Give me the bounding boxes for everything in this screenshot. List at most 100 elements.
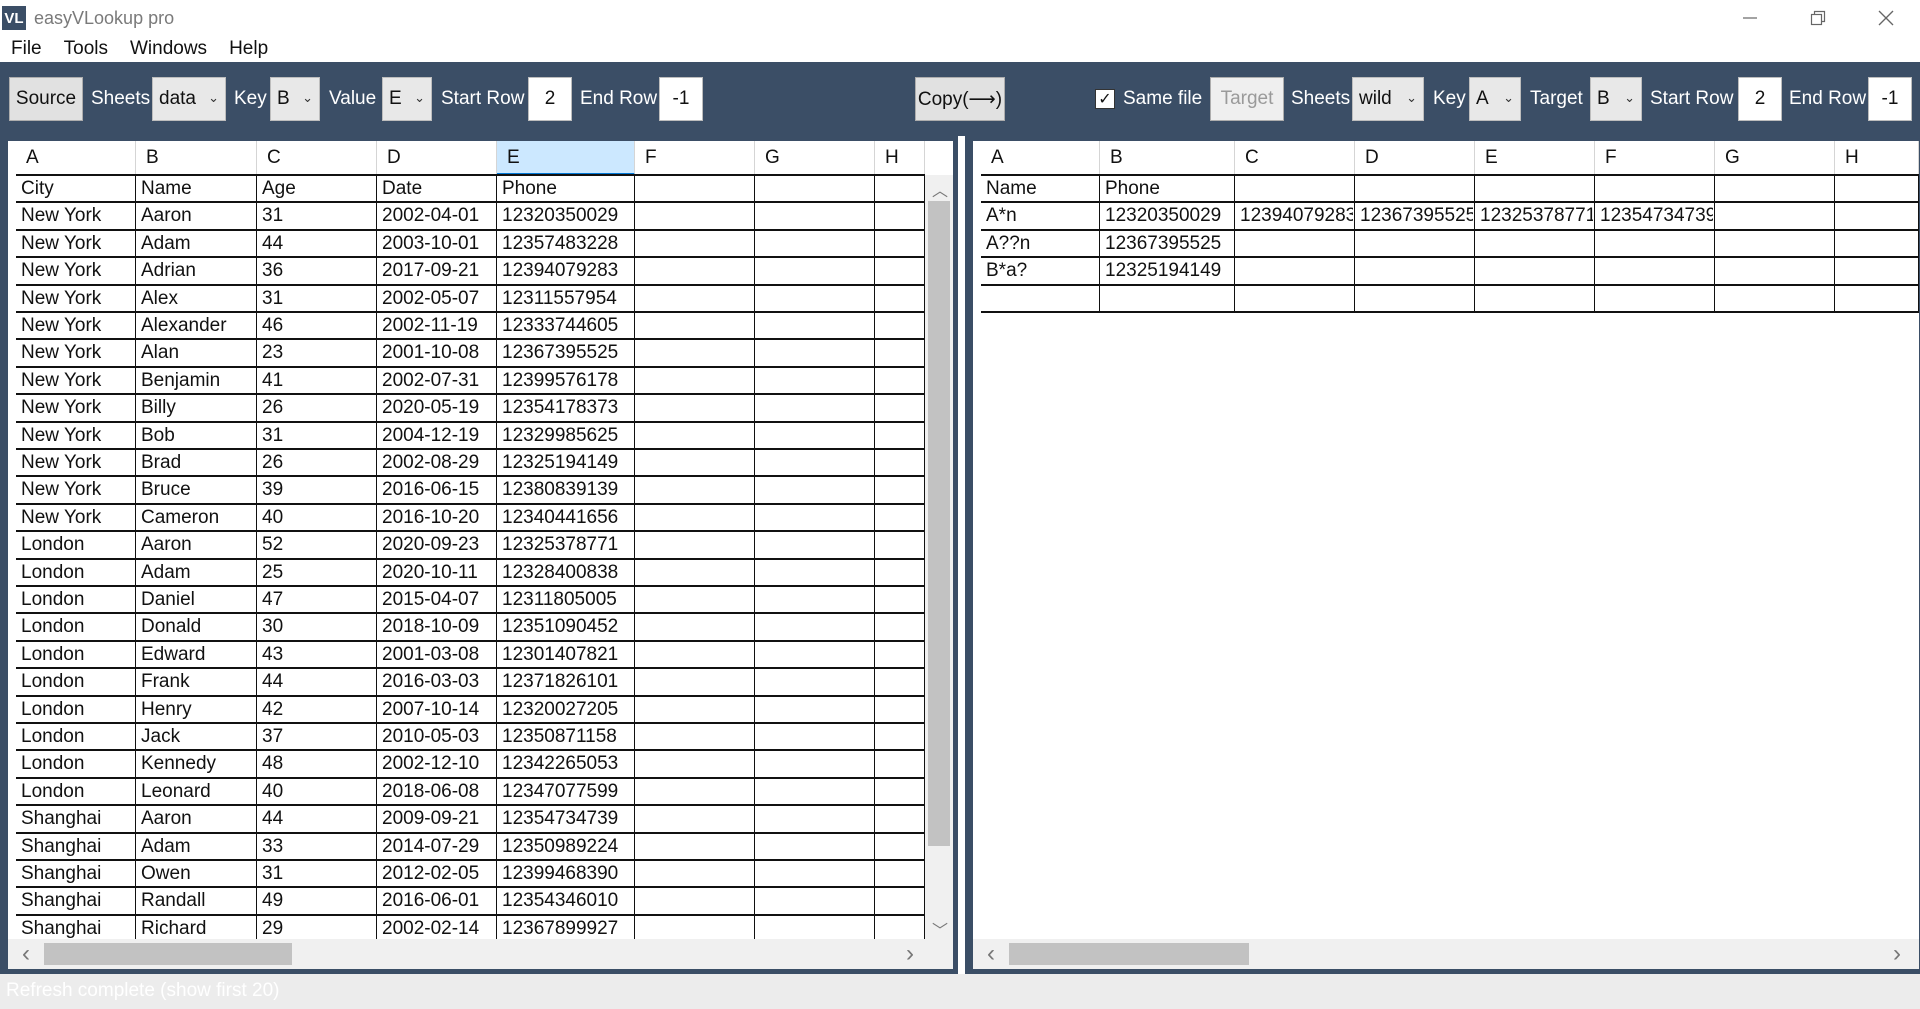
table-cell[interactable]: 2001-10-08 bbox=[377, 339, 495, 365]
table-cell[interactable]: 31 bbox=[257, 860, 375, 886]
table-cell[interactable]: 2017-09-21 bbox=[377, 257, 495, 283]
table-cell[interactable]: Phone bbox=[497, 175, 633, 201]
table-cell[interactable]: Aaron bbox=[136, 202, 255, 228]
source-key-select[interactable]: B ⌄ bbox=[270, 77, 320, 121]
table-cell[interactable]: 2014-07-29 bbox=[377, 833, 495, 859]
table-cell[interactable]: Aaron bbox=[136, 805, 255, 831]
table-cell[interactable]: 12367395525 bbox=[1100, 230, 1233, 256]
table-cell[interactable]: 12328400838 bbox=[497, 559, 633, 585]
table-cell[interactable] bbox=[1595, 175, 1713, 201]
table-cell[interactable]: Name bbox=[136, 175, 255, 201]
source-sheet-select[interactable]: data ⌄ bbox=[152, 77, 226, 121]
table-cell[interactable]: 12399576178 bbox=[497, 367, 633, 393]
table-cell[interactable]: 31 bbox=[257, 202, 375, 228]
target-col-select[interactable]: B ⌄ bbox=[1590, 77, 1642, 121]
table-cell[interactable]: 12394079283 bbox=[1235, 202, 1353, 228]
table-cell[interactable]: 46 bbox=[257, 312, 375, 338]
table-cell[interactable] bbox=[1355, 285, 1473, 311]
table-cell[interactable]: Aaron bbox=[136, 531, 255, 557]
table-cell[interactable]: 36 bbox=[257, 257, 375, 283]
column-header-b[interactable]: B bbox=[1100, 141, 1235, 175]
table-cell[interactable]: 12354734739 bbox=[497, 805, 633, 831]
table-cell[interactable]: New York bbox=[16, 394, 134, 420]
target-end-row-input[interactable]: -1 bbox=[1868, 77, 1912, 121]
scroll-right-icon[interactable]: › bbox=[1893, 940, 1901, 968]
column-header-h[interactable]: H bbox=[875, 141, 925, 175]
table-cell[interactable]: Brad bbox=[136, 449, 255, 475]
table-cell[interactable]: B*a? bbox=[981, 257, 1098, 283]
table-cell[interactable]: London bbox=[16, 641, 134, 667]
table-cell[interactable]: 23 bbox=[257, 339, 375, 365]
table-cell[interactable]: 12325378771 bbox=[1475, 202, 1593, 228]
table-cell[interactable] bbox=[1835, 285, 1917, 311]
table-cell[interactable]: New York bbox=[16, 285, 134, 311]
table-cell[interactable]: London bbox=[16, 750, 134, 776]
table-cell[interactable]: Owen bbox=[136, 860, 255, 886]
table-cell[interactable]: Edward bbox=[136, 641, 255, 667]
table-cell[interactable]: Randall bbox=[136, 887, 255, 913]
close-icon[interactable] bbox=[1852, 0, 1920, 36]
table-cell[interactable]: London bbox=[16, 668, 134, 694]
target-button[interactable]: Target bbox=[1210, 77, 1284, 121]
table-cell[interactable]: 44 bbox=[257, 230, 375, 256]
table-cell[interactable]: 12342265053 bbox=[497, 750, 633, 776]
table-cell[interactable] bbox=[1835, 230, 1917, 256]
table-cell[interactable]: Bruce bbox=[136, 476, 255, 502]
table-cell[interactable]: London bbox=[16, 723, 134, 749]
table-cell[interactable] bbox=[1595, 285, 1713, 311]
column-header-b[interactable]: B bbox=[136, 141, 257, 175]
table-cell[interactable] bbox=[1235, 257, 1353, 283]
table-cell[interactable]: Henry bbox=[136, 696, 255, 722]
table-cell[interactable]: 12354346010 bbox=[497, 887, 633, 913]
table-cell[interactable]: A*n bbox=[981, 202, 1098, 228]
table-cell[interactable]: Phone bbox=[1100, 175, 1233, 201]
table-cell[interactable]: 2002-05-07 bbox=[377, 285, 495, 311]
table-cell[interactable]: Daniel bbox=[136, 586, 255, 612]
table-cell[interactable]: Leonard bbox=[136, 778, 255, 804]
table-cell[interactable]: Bob bbox=[136, 422, 255, 448]
table-cell[interactable]: 44 bbox=[257, 668, 375, 694]
table-cell[interactable]: New York bbox=[16, 312, 134, 338]
table-cell[interactable]: Shanghai bbox=[16, 805, 134, 831]
column-header-a[interactable]: A bbox=[981, 141, 1100, 175]
scroll-up-icon[interactable]: ︿ bbox=[932, 177, 948, 201]
table-cell[interactable]: 2015-04-07 bbox=[377, 586, 495, 612]
table-cell[interactable]: 52 bbox=[257, 531, 375, 557]
table-cell[interactable]: 12325378771 bbox=[497, 531, 633, 557]
table-cell[interactable]: 2016-06-15 bbox=[377, 476, 495, 502]
table-cell[interactable]: New York bbox=[16, 339, 134, 365]
table-cell[interactable]: 2016-03-03 bbox=[377, 668, 495, 694]
table-cell[interactable]: 12354734739 bbox=[1595, 202, 1713, 228]
table-cell[interactable]: Billy bbox=[136, 394, 255, 420]
table-cell[interactable] bbox=[1595, 257, 1713, 283]
table-cell[interactable]: 2012-02-05 bbox=[377, 860, 495, 886]
table-cell[interactable]: 12325194149 bbox=[1100, 257, 1233, 283]
table-cell[interactable]: 2020-09-23 bbox=[377, 531, 495, 557]
horizontal-scrollbar-thumb[interactable] bbox=[1009, 943, 1249, 965]
table-cell[interactable] bbox=[1475, 257, 1593, 283]
table-cell[interactable]: 12367395525 bbox=[497, 339, 633, 365]
table-cell[interactable] bbox=[1355, 257, 1473, 283]
table-cell[interactable] bbox=[1835, 175, 1917, 201]
minimize-icon[interactable] bbox=[1716, 0, 1784, 36]
table-cell[interactable]: 12350871158 bbox=[497, 723, 633, 749]
table-cell[interactable]: New York bbox=[16, 257, 134, 283]
table-cell[interactable]: Shanghai bbox=[16, 915, 134, 941]
copy-button[interactable]: Copy(⟶) bbox=[915, 77, 1005, 121]
table-cell[interactable]: 2018-06-08 bbox=[377, 778, 495, 804]
scroll-left-icon[interactable]: ‹ bbox=[987, 940, 995, 968]
table-cell[interactable]: 2004-12-19 bbox=[377, 422, 495, 448]
column-header-g[interactable]: G bbox=[1715, 141, 1835, 175]
table-cell[interactable] bbox=[1355, 230, 1473, 256]
table-cell[interactable]: 2002-04-01 bbox=[377, 202, 495, 228]
table-cell[interactable] bbox=[1475, 175, 1593, 201]
table-cell[interactable] bbox=[1715, 202, 1833, 228]
table-cell[interactable]: Cameron bbox=[136, 504, 255, 530]
table-cell[interactable]: 26 bbox=[257, 449, 375, 475]
table-cell[interactable]: 39 bbox=[257, 476, 375, 502]
table-cell[interactable]: 41 bbox=[257, 367, 375, 393]
table-cell[interactable]: 2001-03-08 bbox=[377, 641, 495, 667]
table-cell[interactable]: 44 bbox=[257, 805, 375, 831]
menu-help[interactable]: Help bbox=[218, 38, 279, 60]
table-cell[interactable] bbox=[1475, 285, 1593, 311]
